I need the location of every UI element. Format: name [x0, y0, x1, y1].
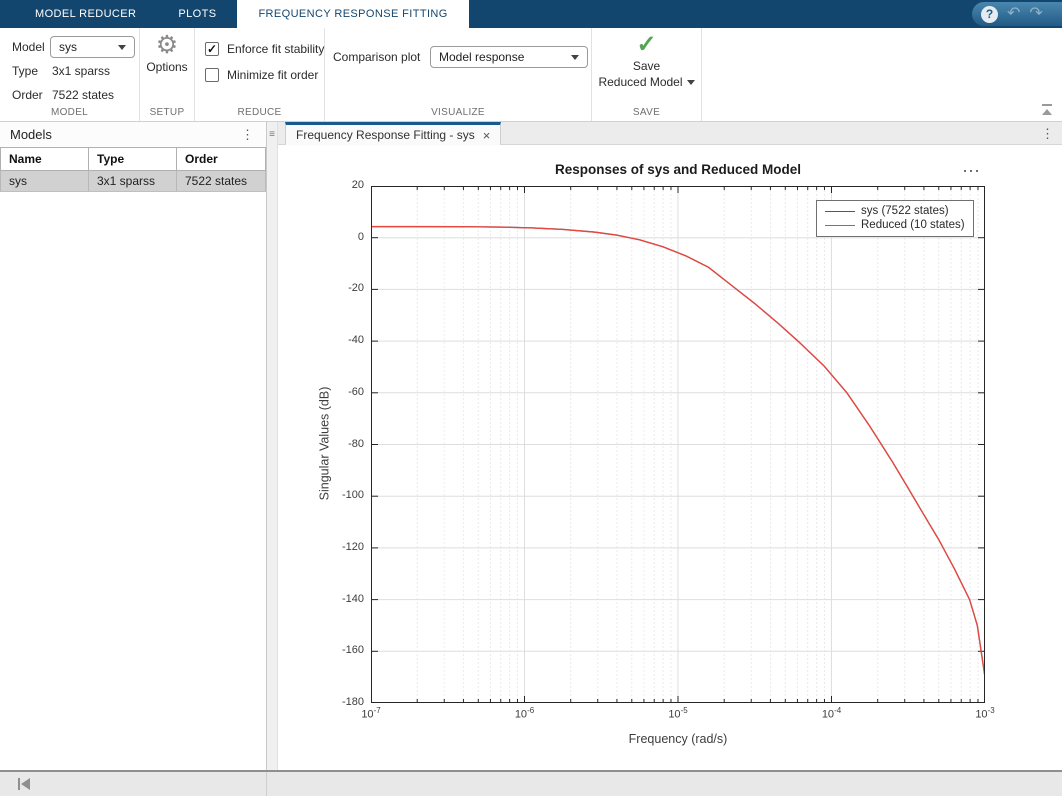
save-check-icon: ✓: [636, 31, 657, 58]
plot-figure: Responses of sys and Reduced Model ⋯ 20 0…: [278, 145, 1062, 770]
save-reduced-model-button[interactable]: ✓ Save Reduced Model: [592, 32, 701, 90]
document-tab-label: Frequency Response Fitting - sys: [296, 128, 475, 142]
x-tick-label: 10-7: [361, 706, 381, 721]
models-panel-menu-icon[interactable]: ⋮: [241, 127, 254, 143]
y-tick-label: -20: [348, 282, 364, 295]
y-tick-label: -160: [341, 644, 364, 657]
minimize-fit-order-checkbox[interactable]: [205, 68, 219, 82]
ribbon: Model sys Type 3x1 sparss Order 7522 sta…: [0, 28, 1062, 122]
section-title-visualize: VISUALIZE: [431, 107, 485, 118]
enforce-fit-stability-label: Enforce fit stability: [227, 42, 325, 56]
save-button-label-line2: Reduced Model: [598, 75, 683, 89]
minimize-fit-order-label: Minimize fit order: [227, 68, 319, 82]
help-icon[interactable]: ?: [981, 5, 998, 23]
status-bar: [0, 770, 1062, 796]
cell-type: 3x1 sparss: [88, 170, 177, 192]
tab-plots[interactable]: PLOTS: [157, 0, 237, 28]
tab-frequency-response-fitting[interactable]: FREQUENCY RESPONSE FITTING: [237, 0, 469, 28]
dropdown-caret-icon: [571, 55, 579, 60]
comparison-plot-dropdown-value: Model response: [439, 50, 525, 64]
models-col-order: Order: [176, 147, 266, 171]
tab-frequency-response-fitting-sys[interactable]: Frequency Response Fitting - sys ×: [285, 122, 502, 145]
gear-icon: ⚙: [155, 31, 179, 59]
status-bar-divider: [266, 772, 267, 796]
models-panel-title: Models: [10, 127, 52, 142]
y-tick-label: -40: [348, 334, 364, 347]
plot-legend[interactable]: sys (7522 states) Reduced (10 states): [816, 200, 974, 237]
models-panel: Models ⋮ Name Type Order sys 3x1 sparss …: [0, 122, 267, 770]
legend-label-sys: sys (7522 states): [861, 205, 949, 217]
y-axis-label: Singular Values (dB): [317, 386, 332, 501]
splitter-grip-icon: ≡: [269, 129, 275, 140]
y-tick-label: 20: [351, 179, 364, 191]
save-button-label-line1: Save: [632, 59, 661, 73]
x-tick-label: 10-4: [821, 706, 842, 721]
toolstrip-tab-bar: MODEL REDUCER PLOTS FREQUENCY RESPONSE F…: [0, 0, 1062, 28]
model-label: Model: [12, 40, 45, 54]
section-title-save: SAVE: [632, 107, 661, 118]
document-menu-icon[interactable]: ⋮: [1041, 126, 1054, 142]
model-dropdown[interactable]: sys: [50, 36, 135, 58]
close-icon[interactable]: ×: [483, 128, 491, 143]
options-button[interactable]: ⚙ Options: [140, 32, 194, 74]
collapse-panel-icon[interactable]: [18, 778, 30, 790]
order-value: 7522 states: [52, 88, 115, 102]
ribbon-section-setup: ⚙ Options SETUP: [140, 28, 195, 121]
undo-icon[interactable]: ↶: [1007, 6, 1020, 22]
dropdown-caret-icon: [118, 45, 126, 50]
legend-entry-sys: sys (7522 states): [817, 204, 973, 218]
section-title-model: MODEL: [50, 107, 89, 118]
ribbon-section-save: ✓ Save Reduced Model SAVE: [592, 28, 702, 121]
x-tick-label: 10-3: [975, 706, 995, 721]
document-panel: Frequency Response Fitting - sys × ⋮ Res…: [278, 122, 1062, 770]
plot-options-icon[interactable]: ⋯: [962, 161, 981, 182]
ribbon-section-model: Model sys Type 3x1 sparss Order 7522 sta…: [0, 28, 140, 121]
cell-order: 7522 states: [176, 170, 266, 192]
legend-line-sys: [825, 210, 855, 212]
type-label: Type: [12, 64, 39, 78]
collapse-ribbon-icon[interactable]: [1040, 104, 1054, 116]
enforce-fit-stability-checkbox[interactable]: ✓: [205, 42, 219, 56]
order-label: Order: [12, 88, 43, 102]
dropdown-caret-icon: [686, 80, 695, 86]
quick-access-bar: ? ↶ ↷: [972, 2, 1062, 26]
y-tick-label: 0: [357, 230, 364, 243]
x-axis-label: Frequency (rad/s): [628, 732, 728, 746]
ribbon-section-reduce: ✓ Enforce fit stability Minimize fit ord…: [195, 28, 325, 121]
section-title-setup: SETUP: [149, 107, 185, 118]
comparison-plot-label: Comparison plot: [333, 50, 421, 64]
options-button-label: Options: [146, 60, 188, 74]
legend-line-reduced: [825, 224, 855, 226]
y-tick-label: -140: [341, 592, 364, 605]
models-panel-header: Models ⋮: [0, 122, 266, 147]
redo-icon[interactable]: ↷: [1029, 6, 1042, 22]
model-dropdown-value: sys: [59, 40, 77, 54]
panel-splitter[interactable]: ≡: [267, 122, 278, 770]
model-reducer-app: MODEL REDUCER PLOTS FREQUENCY RESPONSE F…: [0, 0, 1062, 796]
comparison-plot-dropdown[interactable]: Model response: [430, 46, 588, 68]
legend-label-reduced: Reduced (10 states): [861, 219, 965, 231]
table-row-sys[interactable]: sys 3x1 sparss 7522 states: [0, 170, 266, 192]
y-tick-label: -120: [341, 540, 364, 553]
cell-name: sys: [0, 170, 89, 192]
x-tick-label: 10-6: [514, 706, 535, 721]
models-col-type: Type: [88, 147, 177, 171]
plot-title: Responses of sys and Reduced Model: [554, 162, 802, 177]
plot-axes: [371, 186, 985, 703]
document-tab-bar: Frequency Response Fitting - sys × ⋮: [278, 122, 1062, 145]
models-col-name: Name: [0, 147, 89, 171]
ribbon-section-visualize: Comparison plot Model response VISUALIZE: [325, 28, 592, 121]
models-table: Name Type Order sys 3x1 sparss 7522 stat…: [0, 147, 266, 192]
type-value: 3x1 sparss: [52, 64, 111, 78]
section-title-reduce: REDUCE: [237, 107, 282, 118]
tab-model-reducer[interactable]: MODEL REDUCER: [14, 0, 157, 28]
x-tick-label: 10-5: [668, 706, 688, 721]
legend-entry-reduced: Reduced (10 states): [817, 218, 973, 232]
